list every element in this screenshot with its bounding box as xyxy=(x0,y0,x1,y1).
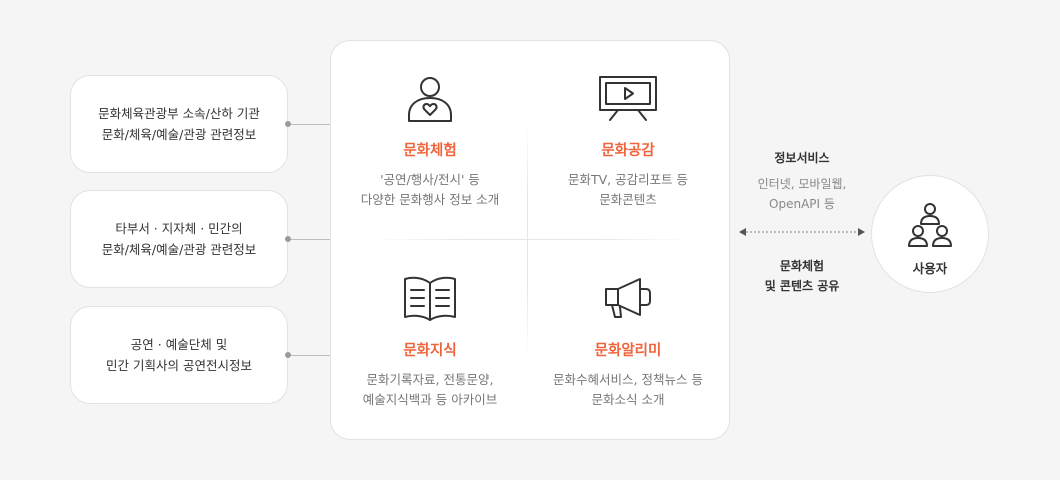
source-line: 문화/체육/예술/관광 관련정보 xyxy=(101,242,257,257)
users-group-icon xyxy=(908,203,952,247)
connector-line xyxy=(289,124,330,125)
source-line: 공연 · 예술단체 및 xyxy=(130,337,228,352)
service-title: 문화알리미 xyxy=(594,343,662,359)
info-service-label: 정보서비스 인터넷, 모바일웹, OpenAPI 등 xyxy=(738,148,866,214)
megaphone-icon xyxy=(605,278,651,318)
source-line: 문화/체육/예술/관광 관련정보 xyxy=(101,127,257,142)
source-box-performers: 공연 · 예술단체 및 민간 기획사의 공연전시정보 xyxy=(70,306,288,404)
service-desc: '공연/행사/전시' 등 다양한 문화행사 정보 소개 xyxy=(360,172,500,207)
flow-desc: OpenAPI 등 xyxy=(769,197,835,211)
tv-play-icon xyxy=(599,76,657,121)
user-label: 사용자 xyxy=(912,261,948,276)
open-book-icon xyxy=(404,276,456,321)
service-title: 문화체험 xyxy=(403,143,457,159)
flow-desc: 인터넷, 모바일웹, xyxy=(757,177,847,191)
content-share-label: 문화체험 및 콘텐츠 공유 xyxy=(738,256,866,296)
flow-title: 정보서비스 xyxy=(774,151,830,165)
services-panel: 문화체험 '공연/행사/전시' 등 다양한 문화행사 정보 소개 문화공감 문화… xyxy=(330,40,730,440)
service-culture-notifier: 문화알리미 문화수혜서비스, 정책뉴스 등 문화소식 소개 xyxy=(529,273,727,410)
source-line: 민간 기획사의 공연전시정보 xyxy=(106,358,252,373)
service-title: 문화지식 xyxy=(403,343,457,359)
service-desc: 문화수혜서비스, 정책뉴스 등 문화소식 소개 xyxy=(553,372,703,407)
source-box-agencies: 타부서 · 지자체 · 민간의 문화/체육/예술/관광 관련정보 xyxy=(70,190,288,288)
source-line: 문화체육관광부 소속/산하 기관 xyxy=(98,106,260,121)
source-box-ministry: 문화체육관광부 소속/산하 기관 문화/체육/예술/관광 관련정보 xyxy=(70,75,288,173)
service-culture-knowledge: 문화지식 문화기록자료, 전통문양, 예술지식백과 등 아카이브 xyxy=(331,273,529,410)
service-desc: 문화TV, 공감리포트 등 문화콘텐츠 xyxy=(567,172,689,207)
connector-dot xyxy=(285,236,291,242)
double-arrow-icon xyxy=(739,228,865,236)
service-desc: 문화기록자료, 전통문양, 예술지식백과 등 아카이브 xyxy=(362,372,498,407)
connector-line xyxy=(289,239,330,240)
person-heart-icon xyxy=(408,77,452,122)
divider-horizontal xyxy=(371,239,691,240)
flow-title: 및 콘텐츠 공유 xyxy=(764,279,840,293)
service-title: 문화공감 xyxy=(601,143,655,159)
flow-title: 문화체험 xyxy=(779,259,825,273)
connector-line xyxy=(289,355,330,356)
connector-dot xyxy=(285,352,291,358)
source-line: 타부서 · 지자체 · 민간의 xyxy=(115,221,243,236)
user-node: 사용자 xyxy=(871,175,989,293)
service-culture-empathy: 문화공감 문화TV, 공감리포트 등 문화콘텐츠 xyxy=(529,73,727,210)
connector-dot xyxy=(285,121,291,127)
service-culture-experience: 문화체험 '공연/행사/전시' 등 다양한 문화행사 정보 소개 xyxy=(331,73,529,210)
